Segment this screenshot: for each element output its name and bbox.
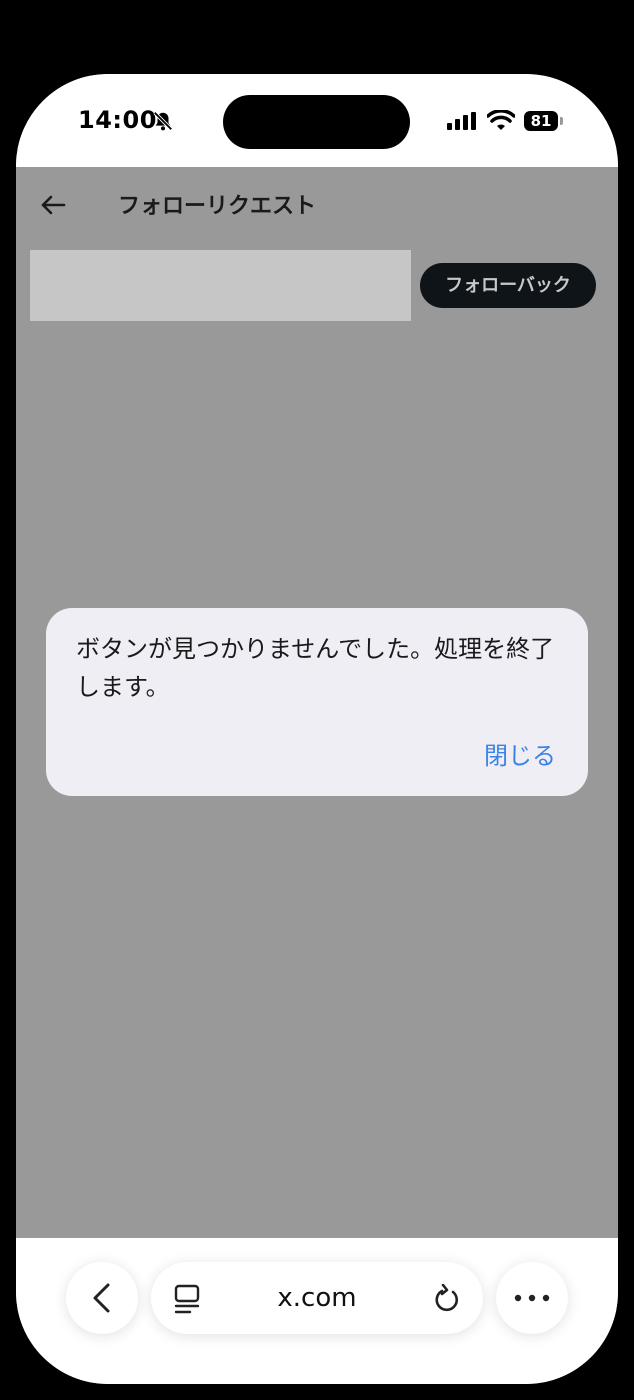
close-button[interactable]: 閉じる	[484, 736, 556, 771]
battery-icon: 81	[524, 111, 558, 131]
follow-back-button[interactable]: フォローバック	[420, 263, 596, 308]
page-content: フォローリクエスト フォローバック ボタンが見つかりませんでした。処理を終了しま…	[16, 167, 618, 1238]
follow-request-user[interactable]	[30, 250, 411, 321]
status-bar: 14:00 81	[16, 74, 618, 167]
bell-slash-icon	[153, 111, 173, 131]
dynamic-island	[223, 95, 410, 149]
browser-toolbar: x.com	[16, 1238, 618, 1384]
alert-dialog: ボタンが見つかりませんでした。処理を終了します。 閉じる	[46, 608, 588, 796]
wifi-icon	[487, 110, 515, 130]
page-title: フォローリクエスト	[118, 194, 317, 219]
phone-frame: 14:00 81 フォローリクエスト フォローバック ボタンが見つかりませんでし…	[16, 74, 618, 1384]
more-icon	[514, 1294, 550, 1302]
browser-back-button[interactable]	[66, 1262, 138, 1334]
signal-icon	[447, 112, 476, 130]
battery-cap	[560, 117, 563, 125]
reload-icon[interactable]	[433, 1284, 461, 1314]
dialog-message: ボタンが見つかりませんでした。処理を終了します。	[76, 635, 555, 701]
address-bar[interactable]: x.com	[151, 1262, 483, 1334]
more-button[interactable]	[496, 1262, 568, 1334]
status-time: 14:00	[78, 106, 157, 134]
chevron-left-icon	[93, 1283, 110, 1313]
back-arrow-icon[interactable]	[40, 194, 66, 216]
